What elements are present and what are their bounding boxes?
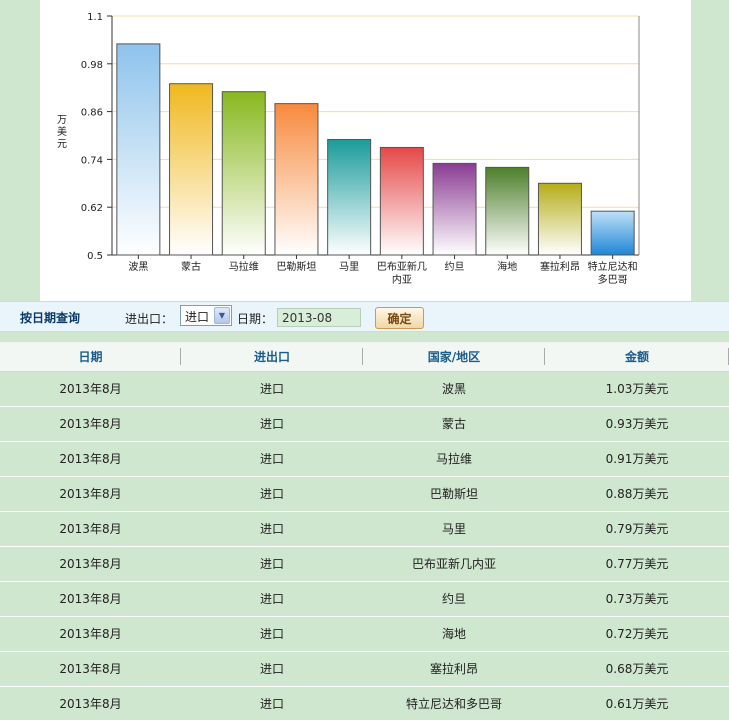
io-select[interactable]: 进口 ▼ <box>180 305 232 326</box>
cell-country: 马里 <box>363 511 545 547</box>
query-bar: 按日期查询 进出口： 进口 ▼ 日期： 确定 <box>0 301 729 332</box>
table-row: 2013年8月 进口 马拉维 0.91万美元 <box>0 441 729 477</box>
x-tick-label: 波黑 <box>128 260 148 273</box>
cell-date: 2013年8月 <box>0 616 181 652</box>
table-row: 2013年8月 进口 巴勒斯坦 0.88万美元 <box>0 476 729 512</box>
cell-country: 巴布亚新几内亚 <box>363 546 545 582</box>
bar <box>485 166 530 256</box>
y-tick-label: 0.62 <box>81 203 103 214</box>
bar <box>379 146 424 256</box>
x-tick-label: 塞拉利昂 <box>540 260 580 273</box>
chevron-down-icon[interactable]: ▼ <box>214 307 230 324</box>
cell-io: 进口 <box>181 651 363 687</box>
table-row: 2013年8月 进口 马里 0.79万美元 <box>0 511 729 547</box>
cell-country: 巴勒斯坦 <box>363 476 545 512</box>
io-label: 进出口： <box>125 312 174 326</box>
y-tick-label: 0.86 <box>81 108 103 119</box>
cell-country: 约旦 <box>363 581 545 617</box>
cell-amount: 0.91万美元 <box>545 441 729 477</box>
cell-amount: 0.77万美元 <box>545 546 729 582</box>
x-tick-label: 马里 <box>339 261 359 273</box>
header-country: 国家/地区 <box>363 342 545 372</box>
table-row: 2013年8月 进口 蒙古 0.93万美元 <box>0 406 729 442</box>
table-row: 2013年8月 进口 波黑 1.03万美元 <box>0 371 729 407</box>
bar <box>537 182 582 256</box>
cell-country: 海地 <box>363 616 545 652</box>
x-tick-label: 马拉维 <box>229 260 259 273</box>
table-row: 2013年8月 进口 海地 0.72万美元 <box>0 616 729 652</box>
header-date: 日期 <box>0 342 181 372</box>
bar-chart: 1.1 0.98 0.86 0.74 0.62 0.5 万美元波黑 蒙古 马拉维 巴勒斯坦 马里 巴布… <box>57 12 640 286</box>
cell-io: 进口 <box>181 441 363 477</box>
bar <box>169 83 214 256</box>
cell-date: 2013年8月 <box>0 651 181 687</box>
cell-date: 2013年8月 <box>0 581 181 617</box>
cell-amount: 0.79万美元 <box>545 511 729 547</box>
x-tick-label: 特立尼达和多巴哥 <box>588 260 638 286</box>
cell-country: 波黑 <box>363 371 545 407</box>
x-tick-label: 蒙古 <box>181 260 201 273</box>
cell-io: 进口 <box>181 371 363 407</box>
cell-date: 2013年8月 <box>0 406 181 442</box>
cell-amount: 0.72万美元 <box>545 616 729 652</box>
cell-io: 进口 <box>181 511 363 547</box>
y-tick-label: 0.98 <box>81 60 103 71</box>
table-row: 2013年8月 进口 巴布亚新几内亚 0.77万美元 <box>0 546 729 582</box>
bar <box>432 162 477 256</box>
cell-date: 2013年8月 <box>0 686 181 720</box>
bar <box>221 91 266 256</box>
cell-country: 马拉维 <box>363 441 545 477</box>
cell-amount: 0.73万美元 <box>545 581 729 617</box>
date-label: 日期： <box>237 312 274 326</box>
cell-amount: 0.68万美元 <box>545 651 729 687</box>
x-tick-label: 巴布亚新几内亚 <box>377 260 427 286</box>
table-header-row: 日期 进出口 国家/地区 金额 <box>0 342 729 372</box>
cell-country: 蒙古 <box>363 406 545 442</box>
x-tick-label: 海地 <box>497 260 517 273</box>
y-tick-label: 1.1 <box>87 12 103 23</box>
x-tick-label: 约旦 <box>445 260 465 273</box>
x-tick-label: 巴勒斯坦 <box>276 260 316 273</box>
header-io: 进出口 <box>181 342 363 372</box>
chart-panel: 1.1 0.98 0.86 0.74 0.62 0.5 万美元波黑 蒙古 马拉维 巴勒斯坦 马里 巴布… <box>40 0 691 301</box>
cell-country: 特立尼达和多巴哥 <box>363 686 545 720</box>
table-body: 2013年8月 进口 波黑 1.03万美元 2013年8月 进口 蒙古 0.93万美元 2013… <box>0 371 729 720</box>
y-tick-label: 0.74 <box>81 155 103 166</box>
data-table: 日期 进出口 国家/地区 金额 2013年8月 进口 波黑 1.03万美元 2013年8… <box>0 342 729 720</box>
cell-country: 塞拉利昂 <box>363 651 545 687</box>
cell-amount: 0.93万美元 <box>545 406 729 442</box>
cell-date: 2013年8月 <box>0 511 181 547</box>
cell-date: 2013年8月 <box>0 371 181 407</box>
table-row: 2013年8月 进口 约旦 0.73万美元 <box>0 581 729 617</box>
cell-io: 进口 <box>181 406 363 442</box>
bar <box>116 43 161 256</box>
bar <box>274 103 319 256</box>
y-axis-label: 万美元 <box>57 115 67 150</box>
cell-amount: 1.03万美元 <box>545 371 729 407</box>
cell-date: 2013年8月 <box>0 441 181 477</box>
cell-io: 进口 <box>181 476 363 512</box>
table-row: 2013年8月 进口 特立尼达和多巴哥 0.61万美元 <box>0 686 729 720</box>
cell-io: 进口 <box>181 616 363 652</box>
cell-date: 2013年8月 <box>0 546 181 582</box>
io-select-value: 进口 <box>185 310 210 324</box>
query-title: 按日期查询 <box>20 311 81 325</box>
y-tick-label: 0.5 <box>87 251 103 262</box>
cell-io: 进口 <box>181 581 363 617</box>
confirm-button[interactable]: 确定 <box>375 307 424 329</box>
table-row: 2013年8月 进口 塞拉利昂 0.68万美元 <box>0 651 729 687</box>
cell-amount: 0.88万美元 <box>545 476 729 512</box>
bar <box>590 210 635 256</box>
cell-date: 2013年8月 <box>0 476 181 512</box>
cell-io: 进口 <box>181 546 363 582</box>
bar <box>327 138 372 256</box>
cell-amount: 0.61万美元 <box>545 686 729 720</box>
cell-io: 进口 <box>181 686 363 720</box>
header-amount: 金额 <box>545 342 729 372</box>
date-input[interactable] <box>277 308 361 327</box>
